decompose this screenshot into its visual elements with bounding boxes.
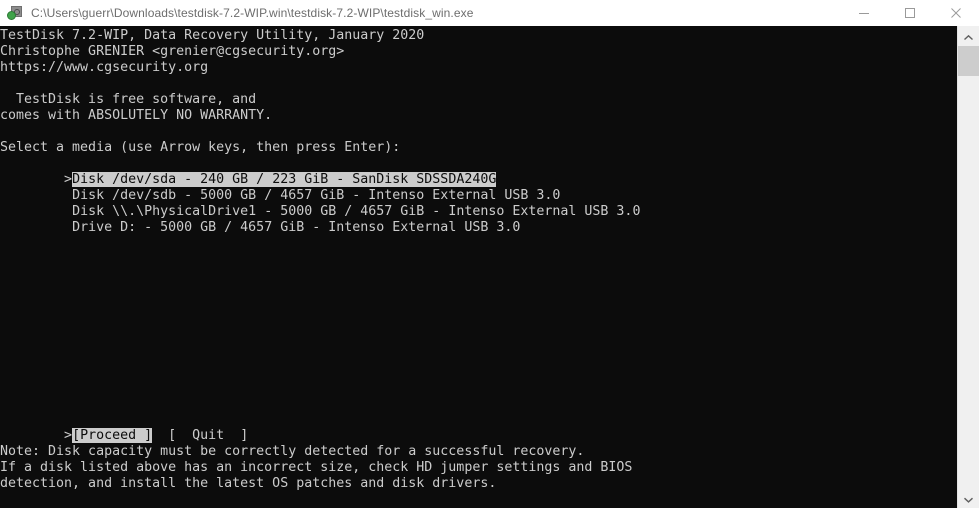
console-screen: TestDisk 7.2-WIP, Data Recovery Utility,… xyxy=(0,26,640,492)
header-line-2: Christophe GRENIER <grenier@cgsecurity.o… xyxy=(0,44,345,59)
chevron-up-icon xyxy=(963,27,974,46)
license-line-1: TestDisk is free software, and xyxy=(0,92,257,107)
note-line-2: If a disk listed above has an incorrect … xyxy=(0,460,633,475)
spacer-row xyxy=(0,396,640,412)
spacer-row xyxy=(0,268,640,284)
minimize-button[interactable] xyxy=(841,0,887,26)
window-titlebar[interactable]: C:\Users\guerr\Downloads\testdisk-7.2-WI… xyxy=(0,0,979,26)
spacer-row xyxy=(0,316,640,332)
header-line-1: TestDisk 7.2-WIP, Data Recovery Utility,… xyxy=(0,28,425,43)
spacer-row xyxy=(0,300,640,316)
quit-button[interactable]: [ Quit ] xyxy=(168,428,248,443)
console-scrollbar[interactable] xyxy=(957,26,979,508)
maximize-icon xyxy=(904,7,916,19)
media-label: Disk /dev/sdb - 5000 GB / 4657 GiB - Int… xyxy=(72,188,561,203)
proceed-button[interactable]: [Proceed ] xyxy=(72,428,153,443)
application-window: C:\Users\guerr\Downloads\testdisk-7.2-WI… xyxy=(0,0,979,508)
window-title: C:\Users\guerr\Downloads\testdisk-7.2-WI… xyxy=(31,6,474,20)
media-label: Drive D: - 5000 GB / 4657 GiB - Intenso … xyxy=(72,220,521,235)
media-label: Disk /dev/sda - 240 GB / 223 GiB - SanDi… xyxy=(72,172,497,187)
close-icon xyxy=(950,7,962,19)
action-button-row: >[Proceed ] [ Quit ] xyxy=(0,412,640,443)
media-cursor xyxy=(64,188,72,203)
media-list-item[interactable]: >Disk /dev/sda - 240 GB / 223 GiB - SanD… xyxy=(0,156,640,187)
spacer-row xyxy=(0,364,640,380)
media-cursor xyxy=(64,204,72,219)
scrollbar-thumb[interactable] xyxy=(958,46,979,76)
chevron-down-icon xyxy=(963,489,974,508)
spacer-row xyxy=(0,76,640,92)
note-line-3: detection, and install the latest OS pat… xyxy=(0,476,497,491)
spacer-row xyxy=(0,252,640,268)
console-output-area[interactable]: TestDisk 7.2-WIP, Data Recovery Utility,… xyxy=(0,26,957,508)
media-label: Disk \\.\PhysicalDrive1 - 5000 GB / 4657… xyxy=(72,204,641,219)
media-cursor: > xyxy=(64,172,73,187)
button-cursor: > xyxy=(64,428,73,443)
window-controls xyxy=(841,0,979,26)
scrollbar-down-button[interactable] xyxy=(958,488,979,508)
license-line-2: comes with ABSOLUTELY NO WARRANTY. xyxy=(0,108,273,123)
spacer-row xyxy=(0,380,640,396)
header-line-3: https://www.cgsecurity.org xyxy=(0,60,209,75)
maximize-button[interactable] xyxy=(887,0,933,26)
button-gap xyxy=(152,428,168,443)
media-cursor xyxy=(64,220,72,235)
spacer-row xyxy=(0,332,640,348)
minimize-icon xyxy=(858,7,870,19)
spacer-row xyxy=(0,236,640,252)
scrollbar-up-button[interactable] xyxy=(958,26,979,46)
media-select-prompt: Select a media (use Arrow keys, then pre… xyxy=(0,140,401,155)
note-line-1: Note: Disk capacity must be correctly de… xyxy=(0,444,585,459)
spacer-row xyxy=(0,284,640,300)
console-app-icon xyxy=(7,5,23,21)
close-button[interactable] xyxy=(933,0,979,26)
spacer-row xyxy=(0,124,640,140)
spacer-row xyxy=(0,348,640,364)
